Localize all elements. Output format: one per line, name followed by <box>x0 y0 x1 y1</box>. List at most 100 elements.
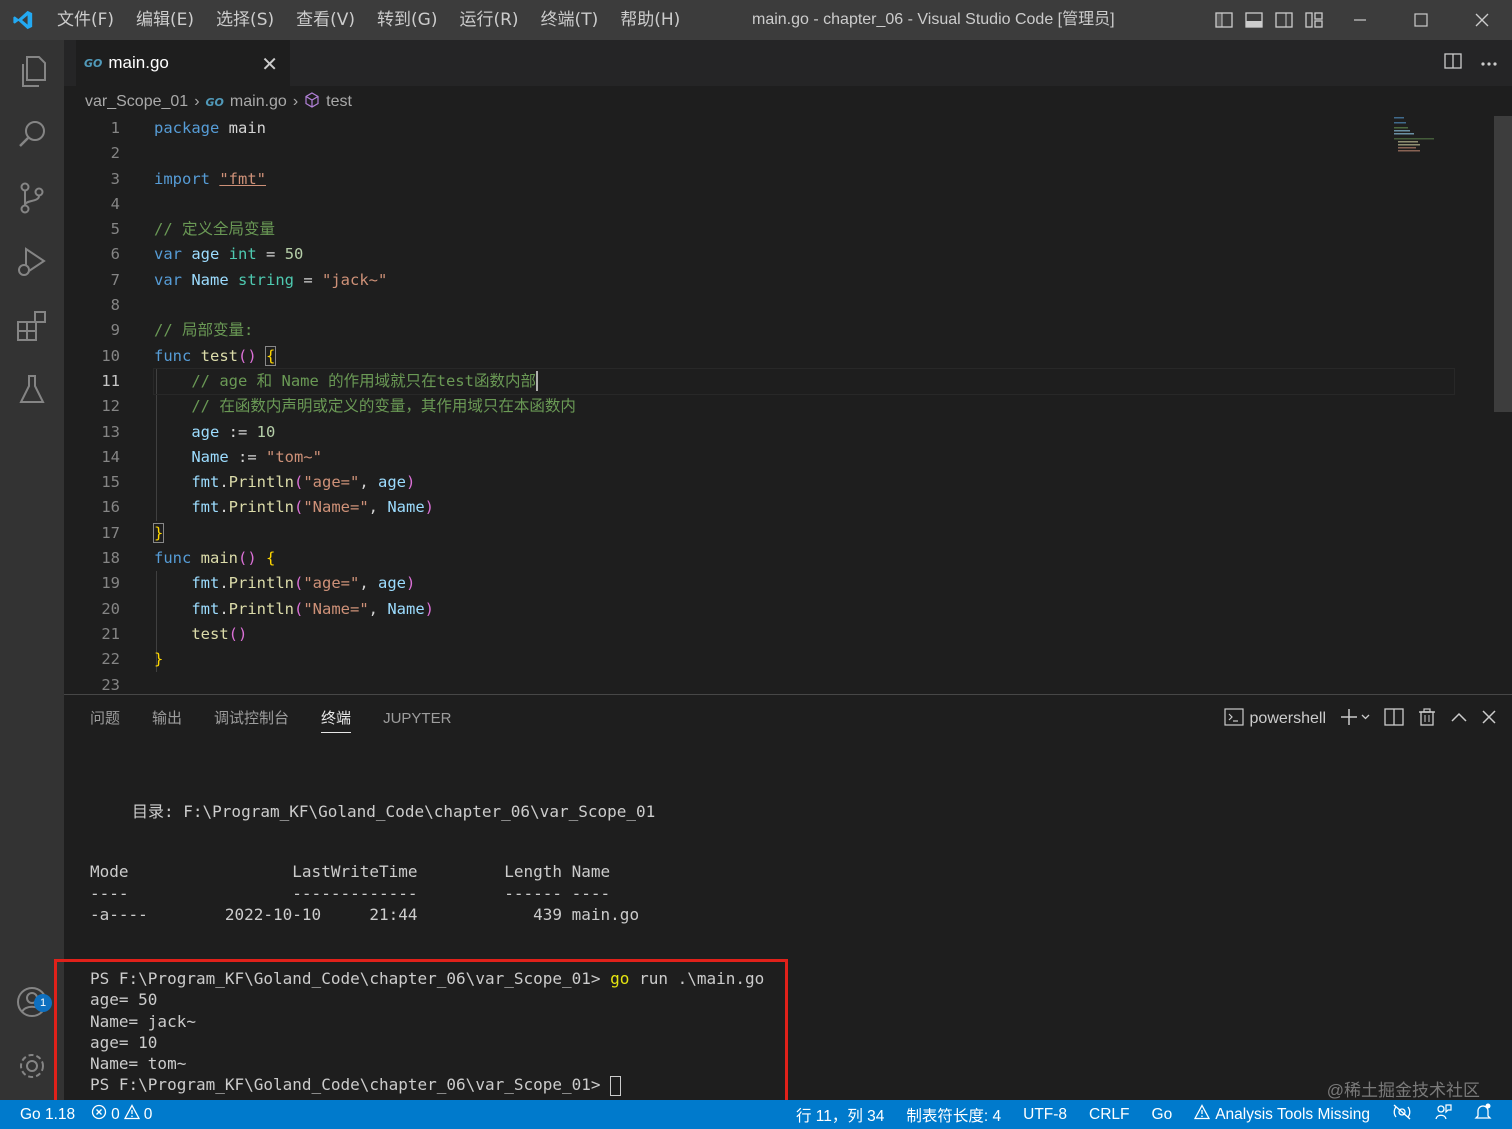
problems-indicator[interactable]: 0 0 <box>91 1104 152 1125</box>
symbol-method-icon <box>304 91 320 113</box>
tab-jupyter[interactable]: JUPYTER <box>383 695 451 743</box>
tab-output[interactable]: 输出 <box>152 695 182 743</box>
code-line-17: } <box>152 522 165 543</box>
close-panel-icon[interactable] <box>1482 709 1496 729</box>
breadcrumb-folder[interactable]: var_Scope_01 <box>85 93 188 111</box>
more-actions-icon[interactable] <box>1480 54 1498 72</box>
no-broadcast-icon[interactable] <box>1392 1103 1412 1126</box>
terminal-header: Mode LastWriteTime Length Name <box>90 862 611 881</box>
menu-help[interactable]: 帮助(H) <box>609 0 691 40</box>
window-title: main.go - chapter_06 - Visual Studio Cod… <box>752 11 1115 28</box>
toggle-panel-icon[interactable] <box>1239 0 1269 40</box>
code-lines: package main import "fmt" // 定义全局变量 var … <box>152 116 1455 694</box>
close-window-button[interactable] <box>1451 0 1512 40</box>
code-editor[interactable]: 1 2 3 4 5 6 7 8 9 10 11 12 13 14 15 16 1… <box>64 116 1512 694</box>
terminal-file-row: -a---- 2022-10-10 21:44 439 main.go <box>90 905 640 924</box>
line-number-gutter: 1 2 3 4 5 6 7 8 9 10 11 12 13 14 15 16 1… <box>64 116 140 694</box>
error-icon <box>91 1104 107 1125</box>
line-ending[interactable]: CRLF <box>1089 1106 1129 1124</box>
source-control-icon[interactable] <box>0 168 64 228</box>
line-number: 3 <box>110 169 120 188</box>
terminal-dir-line: 目录: F:\Program_KF\Goland_Code\chapter_06… <box>132 802 656 821</box>
encoding[interactable]: UTF-8 <box>1023 1106 1067 1124</box>
line-number: 10 <box>101 346 120 365</box>
menu-edit[interactable]: 编辑(E) <box>125 0 205 40</box>
tab-debug-console[interactable]: 调试控制台 <box>214 695 289 743</box>
editor-tab-bar: GO main.go ✕ <box>64 40 1512 86</box>
menu-file[interactable]: 文件(F) <box>46 0 125 40</box>
code-line-5: // 定义全局变量 <box>154 220 275 239</box>
code-line-14: Name := "tom~" <box>191 447 322 466</box>
minimap[interactable] <box>1392 116 1492 176</box>
text-cursor <box>535 371 538 392</box>
close-icon[interactable]: ✕ <box>261 52 278 77</box>
terminal-shell-icon <box>1223 707 1244 731</box>
tab-terminal[interactable]: 终端 <box>321 695 352 743</box>
line-number: 17 <box>101 523 120 542</box>
status-bar: Go 1.18 0 0 行 11，列 34 制表符长度: 4 UTF-8 CRL… <box>0 1100 1512 1129</box>
line-number: 1 <box>110 119 120 137</box>
warning-count: 0 <box>143 1105 153 1123</box>
terminal-dashes: ---- ------------- ------ ---- <box>90 884 611 903</box>
toggle-sidebar-icon[interactable] <box>1209 0 1239 40</box>
explorer-icon[interactable] <box>0 42 64 102</box>
analysis-tools-status[interactable]: Analysis Tools Missing <box>1194 1104 1370 1125</box>
code-line-10: func test() { <box>154 345 277 366</box>
terminal-shell-label[interactable]: powershell <box>1250 710 1326 728</box>
breadcrumb-file[interactable]: main.go <box>230 93 287 111</box>
line-number: 12 <box>101 397 120 416</box>
warning-icon <box>123 1104 140 1125</box>
menu-selection[interactable]: 选择(S) <box>205 0 285 40</box>
line-number: 22 <box>101 650 120 669</box>
line-number: 23 <box>101 675 120 694</box>
chevron-right-icon: › <box>292 93 299 110</box>
watermark: @稀土掘金技术社区 <box>1326 1081 1480 1100</box>
run-debug-icon[interactable] <box>0 232 64 292</box>
tab-size[interactable]: 制表符长度: 4 <box>906 1104 1001 1126</box>
code-line-21: test() <box>191 624 248 643</box>
minimize-button[interactable] <box>1329 0 1390 40</box>
annotation-highlight-box <box>54 959 788 1114</box>
extensions-icon[interactable] <box>0 296 64 356</box>
menu-terminal[interactable]: 终端(T) <box>530 0 610 40</box>
menu-view[interactable]: 查看(V) <box>285 0 366 40</box>
code-line-15: fmt.Println("age=", age) <box>191 473 416 492</box>
breadcrumb: var_Scope_01 › GO main.go › test <box>85 88 352 116</box>
maximize-button[interactable] <box>1390 0 1451 40</box>
search-icon[interactable] <box>0 104 64 164</box>
trash-icon[interactable] <box>1418 707 1436 731</box>
customize-layout-icon[interactable] <box>1299 0 1329 40</box>
title-bar: 文件(F) 编辑(E) 选择(S) 查看(V) 转到(G) 运行(R) 终端(T… <box>0 0 1512 40</box>
split-terminal-icon[interactable] <box>1384 707 1404 731</box>
menu-go[interactable]: 转到(G) <box>366 0 448 40</box>
line-number: 13 <box>101 422 120 441</box>
scrollbar-thumb[interactable] <box>1494 116 1512 412</box>
go-file-icon: GO <box>205 95 224 109</box>
tab-problems[interactable]: 问题 <box>90 695 120 743</box>
code-line-20: fmt.Println("Name=", Name) <box>191 599 435 618</box>
code-line-1: package main <box>154 119 266 137</box>
breadcrumb-symbol[interactable]: test <box>326 93 352 111</box>
language-mode[interactable]: Go <box>1152 1106 1173 1124</box>
code-line-7: var Name string = "jack~" <box>154 270 388 289</box>
new-terminal-icon[interactable] <box>1340 708 1370 731</box>
maximize-panel-icon[interactable] <box>1450 710 1468 728</box>
line-number: 19 <box>101 574 120 593</box>
editor-scrollbar[interactable] <box>1494 116 1512 694</box>
notifications-bell-icon[interactable] <box>1474 1103 1492 1126</box>
toggle-secondary-sidebar-icon[interactable] <box>1269 0 1299 40</box>
feedback-icon[interactable] <box>1434 1103 1452 1126</box>
tab-main-go[interactable]: GO main.go ✕ <box>76 40 290 86</box>
menu-run[interactable]: 运行(R) <box>448 0 529 40</box>
go-version[interactable]: Go 1.18 <box>20 1106 75 1124</box>
menu-bar: 文件(F) 编辑(E) 选择(S) 查看(V) 转到(G) 运行(R) 终端(T… <box>46 0 691 40</box>
warning-icon <box>1194 1104 1211 1125</box>
split-editor-icon[interactable] <box>1444 52 1462 74</box>
testing-icon[interactable] <box>0 360 64 420</box>
line-number: 14 <box>101 447 120 466</box>
cursor-position[interactable]: 行 11，列 34 <box>796 1104 884 1126</box>
